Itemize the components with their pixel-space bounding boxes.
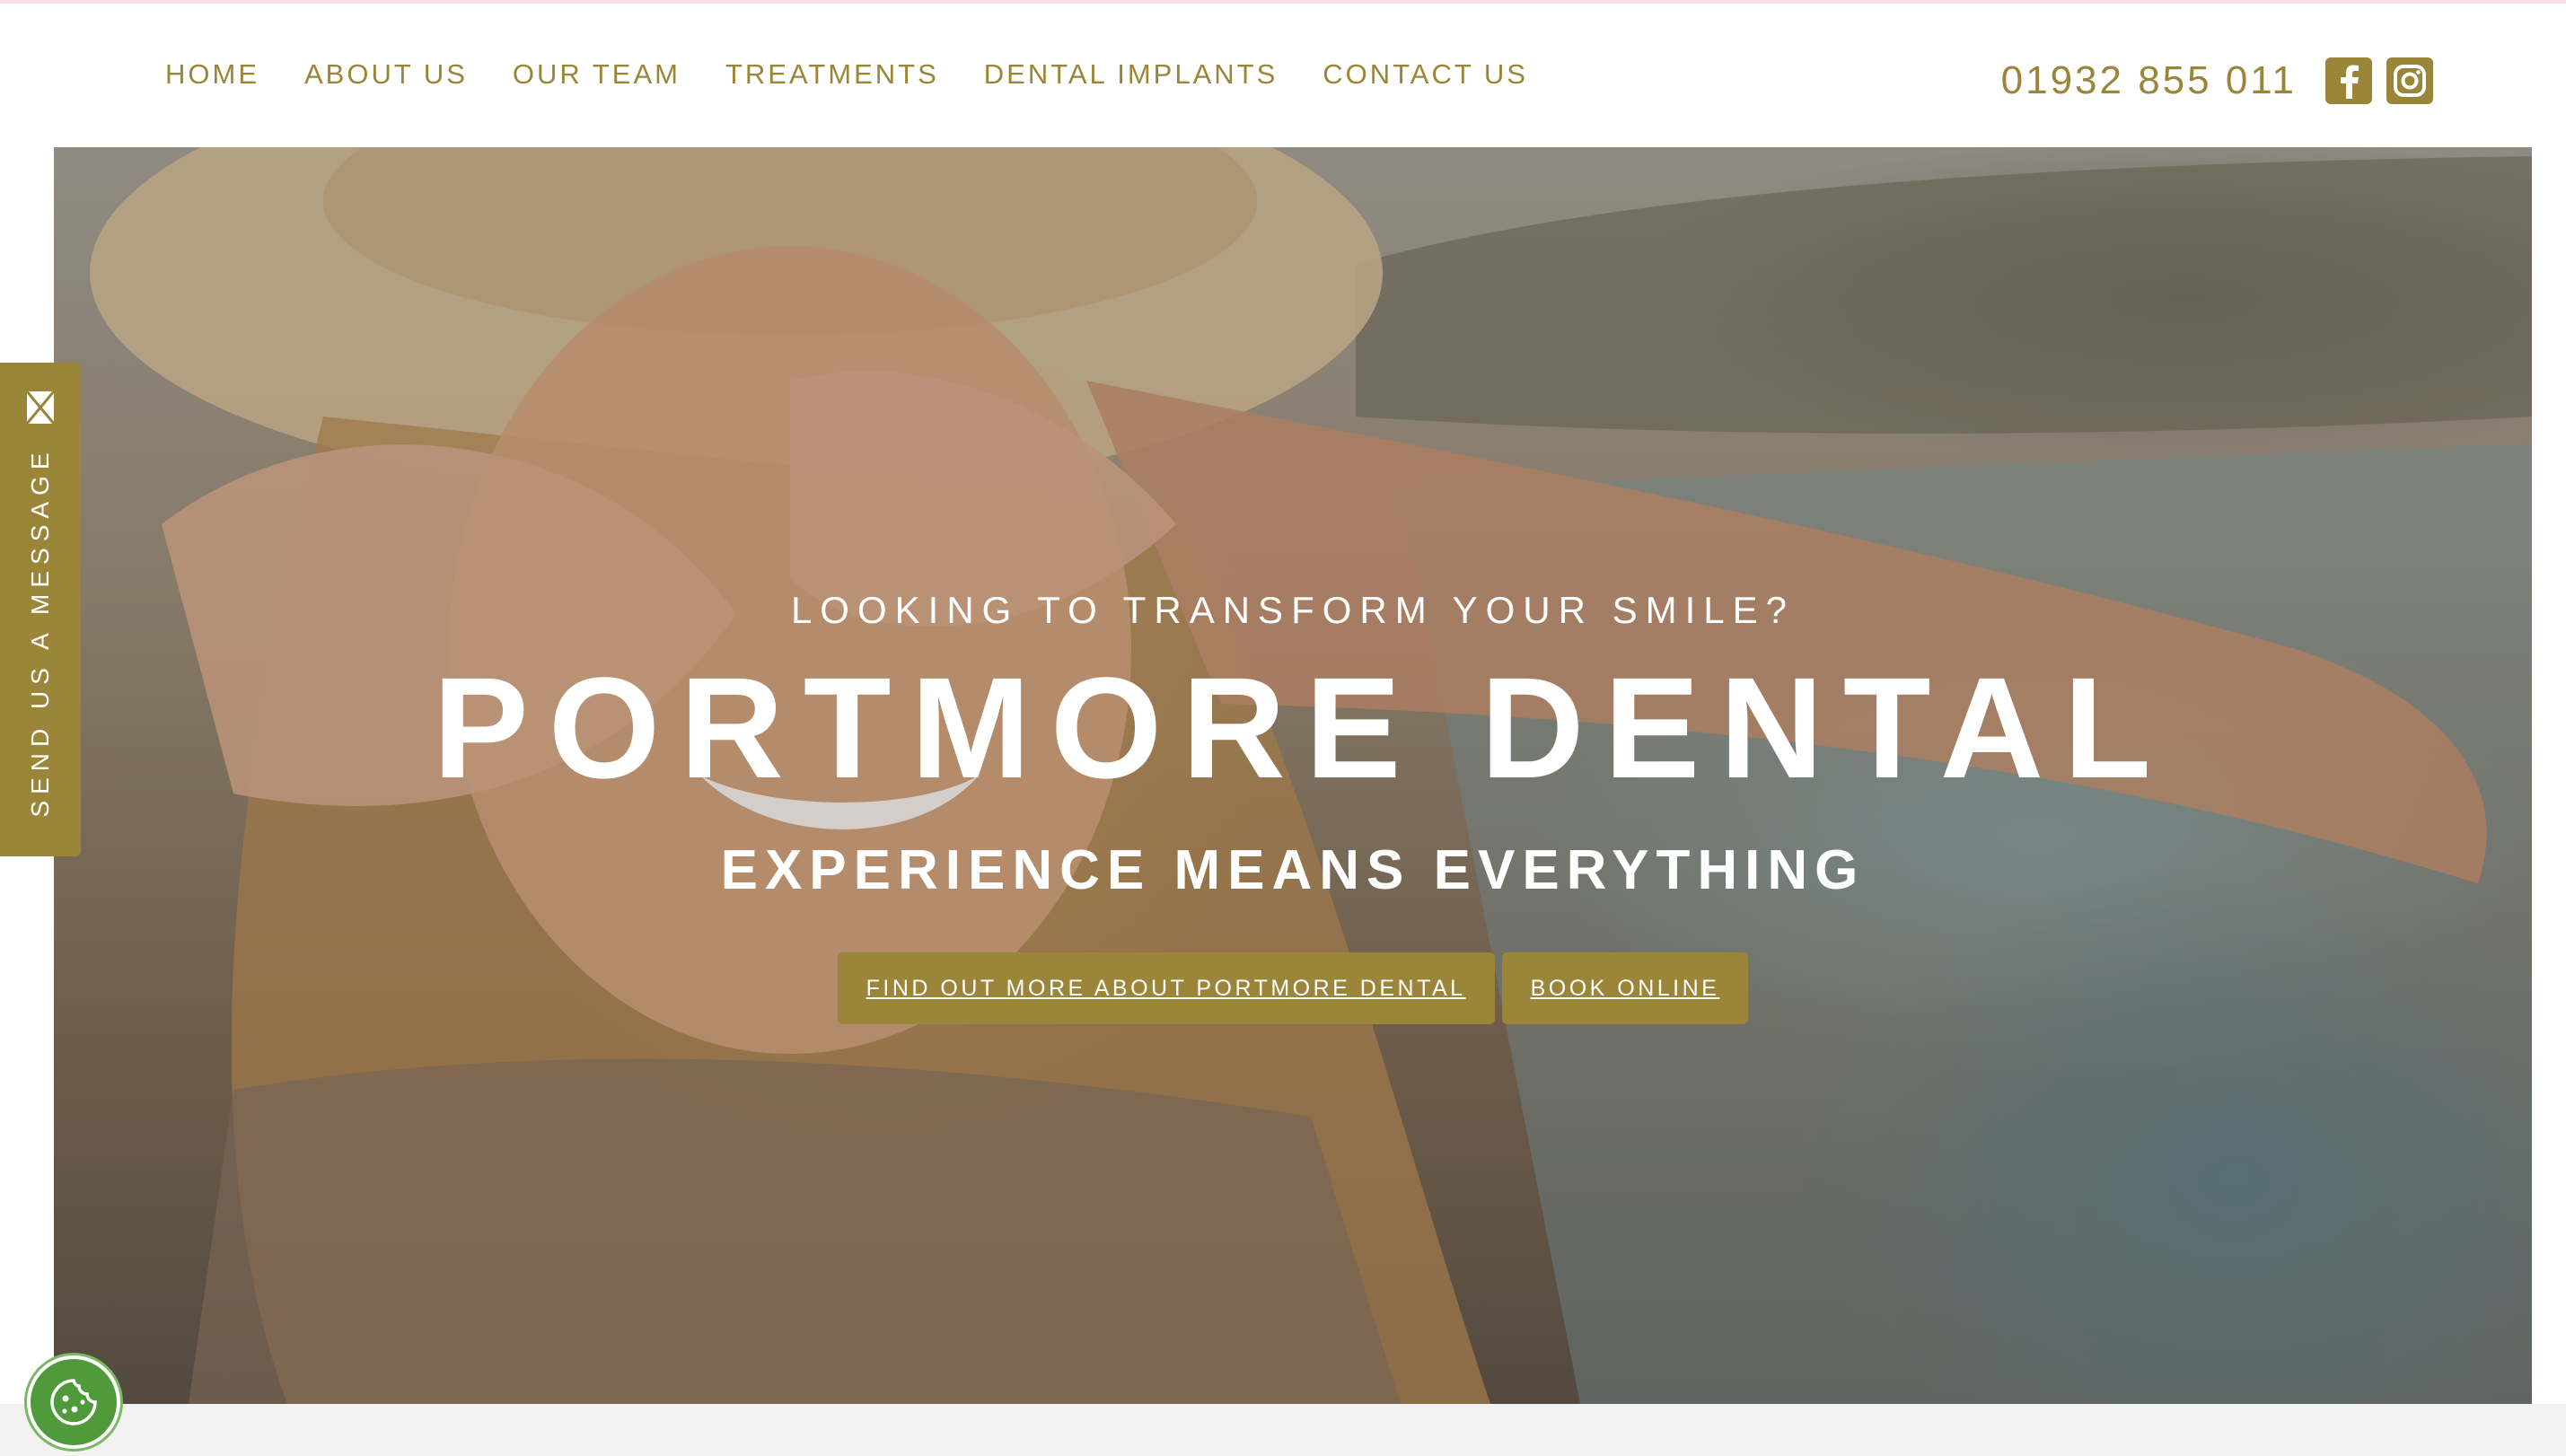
send-message-tab[interactable]: SEND US A MESSAGE: [0, 363, 81, 856]
hero-content: LOOKING TO TRANSFORM YOUR SMILE? PORTMOR…: [54, 147, 2532, 1404]
cta-row: FIND OUT MORE ABOUT PORTMORE DENTAL BOOK…: [837, 952, 1749, 1024]
page-bottom-band: [0, 1404, 2566, 1456]
top-accent-line: [0, 0, 2566, 4]
find-out-more-button[interactable]: FIND OUT MORE ABOUT PORTMORE DENTAL: [837, 952, 1495, 1024]
hero-title: PORTMORE DENTAL: [433, 647, 2171, 808]
book-online-button[interactable]: BOOK ONLINE: [1501, 952, 1749, 1024]
phone-number[interactable]: 01932 855 011: [2001, 58, 2297, 103]
facebook-icon[interactable]: [2325, 57, 2372, 104]
nav-home[interactable]: HOME: [165, 56, 259, 93]
nav-dental-implants[interactable]: DENTAL IMPLANTS: [984, 56, 1279, 93]
hero-subtitle: EXPERIENCE MEANS EVERYTHING: [720, 839, 1866, 901]
hero-kicker: LOOKING TO TRANSFORM YOUR SMILE?: [790, 589, 1796, 631]
send-message-label: SEND US A MESSAGE: [26, 446, 54, 818]
nav-treatments[interactable]: TREATMENTS: [725, 56, 939, 93]
instagram-icon[interactable]: [2386, 57, 2433, 104]
hero-banner: LOOKING TO TRANSFORM YOUR SMILE? PORTMOR…: [54, 147, 2532, 1404]
nav-about-us[interactable]: ABOUT US: [304, 56, 468, 93]
cookie-settings-button[interactable]: [27, 1355, 120, 1449]
main-nav: HOME ABOUT US OUR TEAM TREATMENTS DENTAL…: [165, 56, 1573, 93]
cookie-icon: [50, 1379, 97, 1425]
nav-contact-us[interactable]: CONTACT US: [1323, 56, 1528, 93]
contact-bar: 01932 855 011: [2001, 57, 2433, 104]
envelope-icon: [25, 390, 56, 430]
nav-our-team[interactable]: OUR TEAM: [513, 56, 681, 93]
